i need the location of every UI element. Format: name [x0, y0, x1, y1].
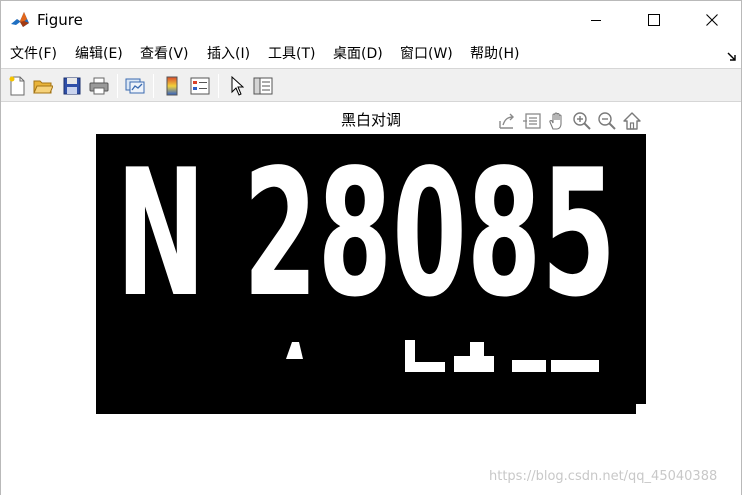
maximize-icon — [648, 14, 660, 26]
menu-help[interactable]: 帮助(H) — [470, 44, 519, 64]
plate-characters: N 28085 — [116, 134, 616, 336]
minimize-icon — [590, 14, 602, 26]
home-icon[interactable] — [621, 110, 643, 132]
noise-mark — [512, 360, 546, 372]
close-icon — [706, 14, 718, 26]
colorbar-icon[interactable] — [161, 75, 183, 97]
print-icon[interactable] — [88, 75, 110, 97]
toolbar-separator — [218, 74, 219, 98]
noise-mark — [551, 360, 599, 372]
dock-arrow-icon[interactable] — [726, 47, 738, 61]
link-plot-icon[interactable] — [124, 75, 146, 97]
menu-insert[interactable]: 插入(I) — [207, 44, 250, 64]
noise-mark — [454, 356, 494, 372]
minimize-button[interactable] — [567, 1, 625, 39]
plate-noise-marks — [286, 340, 646, 414]
noise-mark — [636, 404, 646, 414]
figure-window: Figure 文件(F) 编辑(E) 查看(V) 插入(I) 工具(T) 桌面(… — [0, 0, 742, 495]
pointer-icon[interactable] — [226, 75, 248, 97]
brush-icon[interactable] — [521, 110, 543, 132]
matlab-icon — [10, 10, 30, 30]
watermark-url: https://blog.csdn.net/qq_45040388 — [489, 469, 718, 484]
toolbar-separator — [153, 74, 154, 98]
menu-desktop[interactable]: 桌面(D) — [333, 44, 383, 64]
export-icon[interactable] — [496, 110, 518, 132]
menu-edit[interactable]: 编辑(E) — [75, 44, 123, 64]
save-icon[interactable] — [61, 75, 83, 97]
close-button[interactable] — [683, 1, 741, 39]
legend-icon[interactable] — [189, 75, 211, 97]
window-title: Figure — [37, 11, 83, 29]
axes-toolbar — [496, 110, 646, 132]
noise-mark — [405, 362, 445, 372]
zoom-out-icon[interactable] — [596, 110, 618, 132]
binary-plate-image: N 28085 — [96, 134, 646, 414]
menu-view[interactable]: 查看(V) — [140, 44, 189, 64]
pan-icon[interactable] — [546, 110, 568, 132]
figure-toolbar — [1, 68, 741, 102]
open-file-icon[interactable] — [32, 75, 54, 97]
plate-text: N 28085 — [116, 134, 616, 336]
new-figure-icon[interactable] — [6, 75, 28, 97]
noise-mark — [286, 342, 303, 359]
toolbar-separator — [117, 74, 118, 98]
menu-window[interactable]: 窗口(W) — [400, 44, 453, 64]
title-bar[interactable]: Figure — [1, 1, 741, 39]
menu-tools[interactable]: 工具(T) — [268, 44, 315, 64]
zoom-in-icon[interactable] — [571, 110, 593, 132]
maximize-button[interactable] — [625, 1, 683, 39]
menu-file[interactable]: 文件(F) — [10, 44, 57, 64]
menu-bar: 文件(F) 编辑(E) 查看(V) 插入(I) 工具(T) 桌面(D) 窗口(W… — [1, 41, 741, 67]
figure-canvas: 黑白对调 N 28085 https://blog.csdn.net/qq_45… — [1, 103, 741, 495]
noise-mark — [470, 342, 484, 356]
property-inspector-icon[interactable] — [252, 75, 274, 97]
